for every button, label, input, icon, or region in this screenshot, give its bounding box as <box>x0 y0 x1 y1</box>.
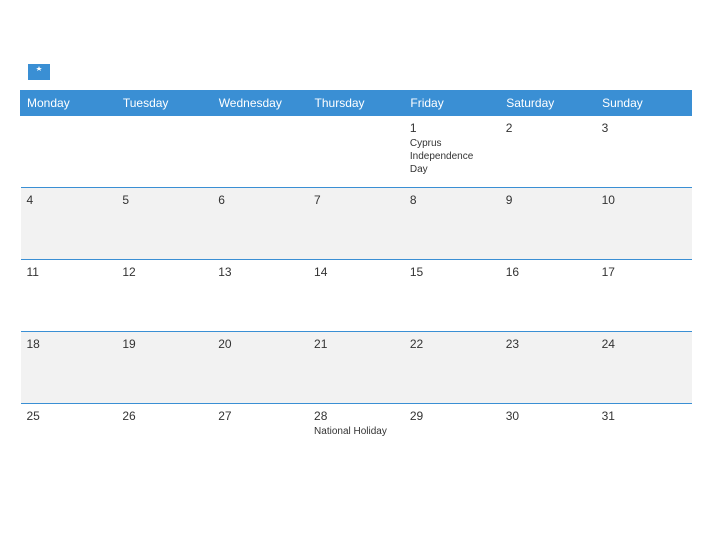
day-number: 15 <box>410 265 494 279</box>
weekday-header-row: Monday Tuesday Wednesday Thursday Friday… <box>21 91 692 116</box>
day-cell-3-3: 13 <box>212 260 308 332</box>
day-cell-5-6: 30 <box>500 404 596 476</box>
day-number: 29 <box>410 409 494 423</box>
holiday-label: Cyprus Independence Day <box>410 137 494 176</box>
day-cell-3-5: 15 <box>404 260 500 332</box>
day-number: 9 <box>506 193 590 207</box>
day-cell-5-5: 29 <box>404 404 500 476</box>
calendar-container: Monday Tuesday Wednesday Thursday Friday… <box>10 54 702 496</box>
logo-flag-icon <box>28 64 50 80</box>
day-cell-3-2: 12 <box>116 260 212 332</box>
day-cell-2-3: 6 <box>212 188 308 260</box>
day-number: 16 <box>506 265 590 279</box>
day-number: 14 <box>314 265 398 279</box>
day-cell-1-4 <box>308 116 404 188</box>
day-cell-2-4: 7 <box>308 188 404 260</box>
day-cell-5-3: 27 <box>212 404 308 476</box>
header-wednesday: Wednesday <box>212 91 308 116</box>
header-friday: Friday <box>404 91 500 116</box>
day-cell-1-1 <box>21 116 117 188</box>
header-monday: Monday <box>21 91 117 116</box>
day-number: 31 <box>602 409 686 423</box>
day-cell-3-4: 14 <box>308 260 404 332</box>
logo <box>24 64 52 80</box>
day-cell-4-5: 22 <box>404 332 500 404</box>
day-cell-4-7: 24 <box>596 332 692 404</box>
week-row-1: 1 Cyprus Independence Day 23 <box>21 116 692 188</box>
day-number: 28 <box>314 409 398 423</box>
day-number: 17 <box>602 265 686 279</box>
day-number: 21 <box>314 337 398 351</box>
day-number: 26 <box>122 409 206 423</box>
day-number: 20 <box>218 337 302 351</box>
day-cell-4-1: 18 <box>21 332 117 404</box>
day-cell-3-1: 11 <box>21 260 117 332</box>
calendar-header <box>20 64 692 80</box>
day-cell-3-7: 17 <box>596 260 692 332</box>
day-number: 4 <box>27 193 111 207</box>
week-row-2: 456789 10 <box>21 188 692 260</box>
day-cell-2-6: 9 <box>500 188 596 260</box>
day-cell-1-5: 1 Cyprus Independence Day <box>404 116 500 188</box>
day-number: 19 <box>122 337 206 351</box>
day-number: 27 <box>218 409 302 423</box>
day-cell-5-7: 31 <box>596 404 692 476</box>
day-cell-1-2 <box>116 116 212 188</box>
day-cell-3-6: 16 <box>500 260 596 332</box>
day-cell-4-6: 23 <box>500 332 596 404</box>
day-number: 11 <box>27 265 111 279</box>
day-cell-4-2: 19 <box>116 332 212 404</box>
day-number: 24 <box>602 337 686 351</box>
day-number: 1 <box>410 121 494 135</box>
day-cell-5-4: 28 National Holiday <box>308 404 404 476</box>
week-row-4: 18 19 20 21 22 23 24 <box>21 332 692 404</box>
header-tuesday: Tuesday <box>116 91 212 116</box>
day-cell-5-2: 26 <box>116 404 212 476</box>
day-cell-2-5: 8 <box>404 188 500 260</box>
week-row-5: 25 26 27 28 National Holiday 29 30 31 <box>21 404 692 476</box>
day-cell-2-2: 5 <box>116 188 212 260</box>
day-cell-1-6: 2 <box>500 116 596 188</box>
day-cell-2-1: 4 <box>21 188 117 260</box>
day-number: 10 <box>602 193 686 207</box>
day-number: 22 <box>410 337 494 351</box>
day-cell-5-1: 25 <box>21 404 117 476</box>
header-sunday: Sunday <box>596 91 692 116</box>
day-number: 7 <box>314 193 398 207</box>
day-cell-1-3 <box>212 116 308 188</box>
header-thursday: Thursday <box>308 91 404 116</box>
day-number: 18 <box>27 337 111 351</box>
day-number: 30 <box>506 409 590 423</box>
calendar-grid: Monday Tuesday Wednesday Thursday Friday… <box>20 90 692 476</box>
week-row-3: 11 12 13 14 15 16 17 <box>21 260 692 332</box>
day-number: 13 <box>218 265 302 279</box>
day-cell-4-3: 20 <box>212 332 308 404</box>
day-number: 2 <box>506 121 590 135</box>
day-cell-1-7: 3 <box>596 116 692 188</box>
day-number: 12 <box>122 265 206 279</box>
day-cell-2-7: 10 <box>596 188 692 260</box>
header-saturday: Saturday <box>500 91 596 116</box>
day-number: 8 <box>410 193 494 207</box>
day-number: 25 <box>27 409 111 423</box>
day-cell-4-4: 21 <box>308 332 404 404</box>
day-number: 5 <box>122 193 206 207</box>
day-number: 6 <box>218 193 302 207</box>
day-number: 3 <box>602 121 686 135</box>
day-number: 23 <box>506 337 590 351</box>
holiday-label: National Holiday <box>314 425 398 438</box>
